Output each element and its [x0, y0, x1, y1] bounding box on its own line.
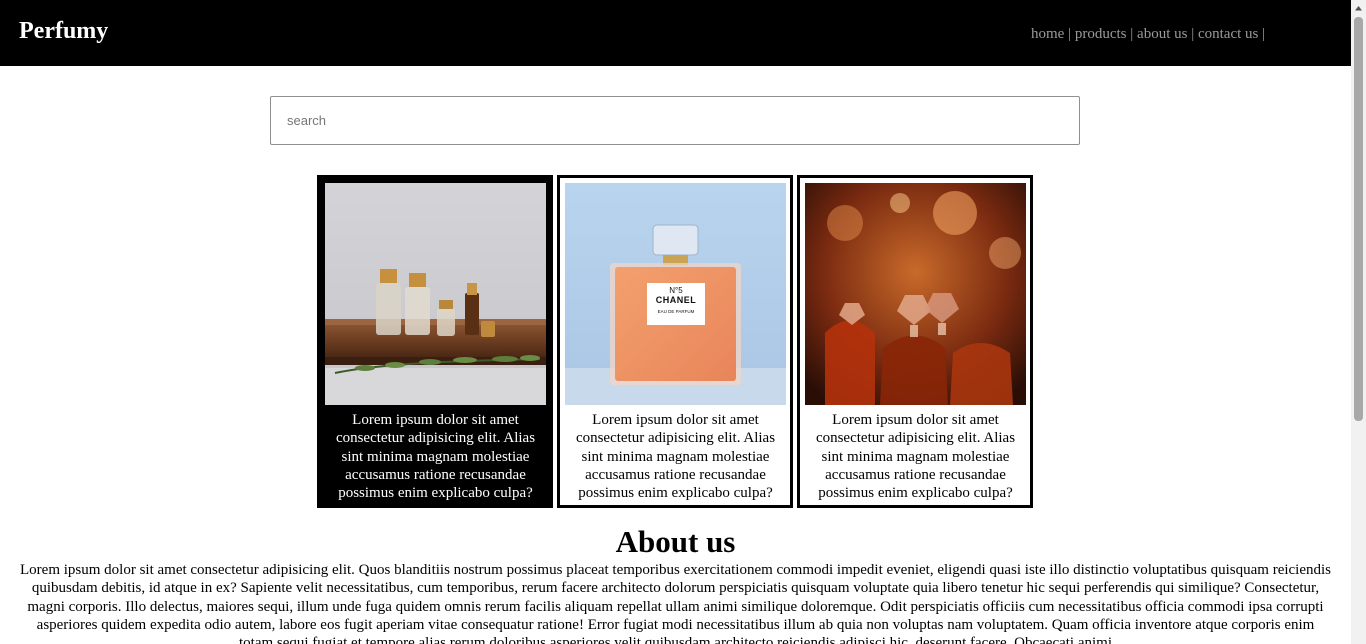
nav-separator: | [1130, 26, 1134, 42]
product-image-perfume-tray [325, 183, 546, 405]
navbar: Perfumy home | products | about us | con… [0, 0, 1351, 66]
nav-links: home | products | about us | contact us … [1031, 24, 1265, 44]
nav-separator: | [1191, 26, 1195, 42]
about-title: About us [615, 524, 736, 559]
nav-link-about-us[interactable]: about us [1137, 26, 1187, 42]
chanel-label: N°5 CHANEL EAU DE PARFUM [647, 286, 705, 314]
chanel-label-number: N°5 [669, 286, 683, 295]
product-caption: Lorem ipsum dolor sit amet consectetur a… [335, 412, 536, 502]
scroll-up-arrow-icon[interactable] [1351, 0, 1366, 17]
nav-link-products[interactable]: products [1075, 26, 1127, 42]
scrollbar-thumb[interactable] [1354, 17, 1363, 421]
page: Perfumy home | products | about us | con… [0, 0, 1351, 644]
product-card[interactable]: Lorem ipsum dolor sit amet consectetur a… [797, 175, 1033, 508]
nav-link-home[interactable]: home [1031, 26, 1064, 42]
product-caption: Lorem ipsum dolor sit amet consectetur a… [575, 412, 776, 502]
about-text: Lorem ipsum dolor sit amet consectetur a… [20, 562, 1332, 644]
chanel-label-brand: CHANEL [655, 295, 697, 306]
product-card[interactable]: Lorem ipsum dolor sit amet consectetur a… [317, 175, 553, 508]
nav-separator: | [1068, 26, 1072, 42]
product-card[interactable]: N°5 CHANEL EAU DE PARFUM Lorem ipsum dol… [557, 175, 793, 508]
product-image-chanel: N°5 CHANEL EAU DE PARFUM [565, 183, 786, 405]
brand-logo[interactable]: Perfumy [19, 16, 108, 46]
search-input[interactable] [270, 96, 1080, 145]
product-image-crystal-bottles [805, 183, 1026, 405]
nav-separator: | [1262, 26, 1266, 42]
page-scrollbar[interactable] [1351, 0, 1366, 644]
chanel-label-type: EAU DE PARFUM [657, 308, 695, 314]
product-caption: Lorem ipsum dolor sit amet consectetur a… [815, 412, 1016, 502]
nav-link-contact-us[interactable]: contact us [1198, 26, 1258, 42]
